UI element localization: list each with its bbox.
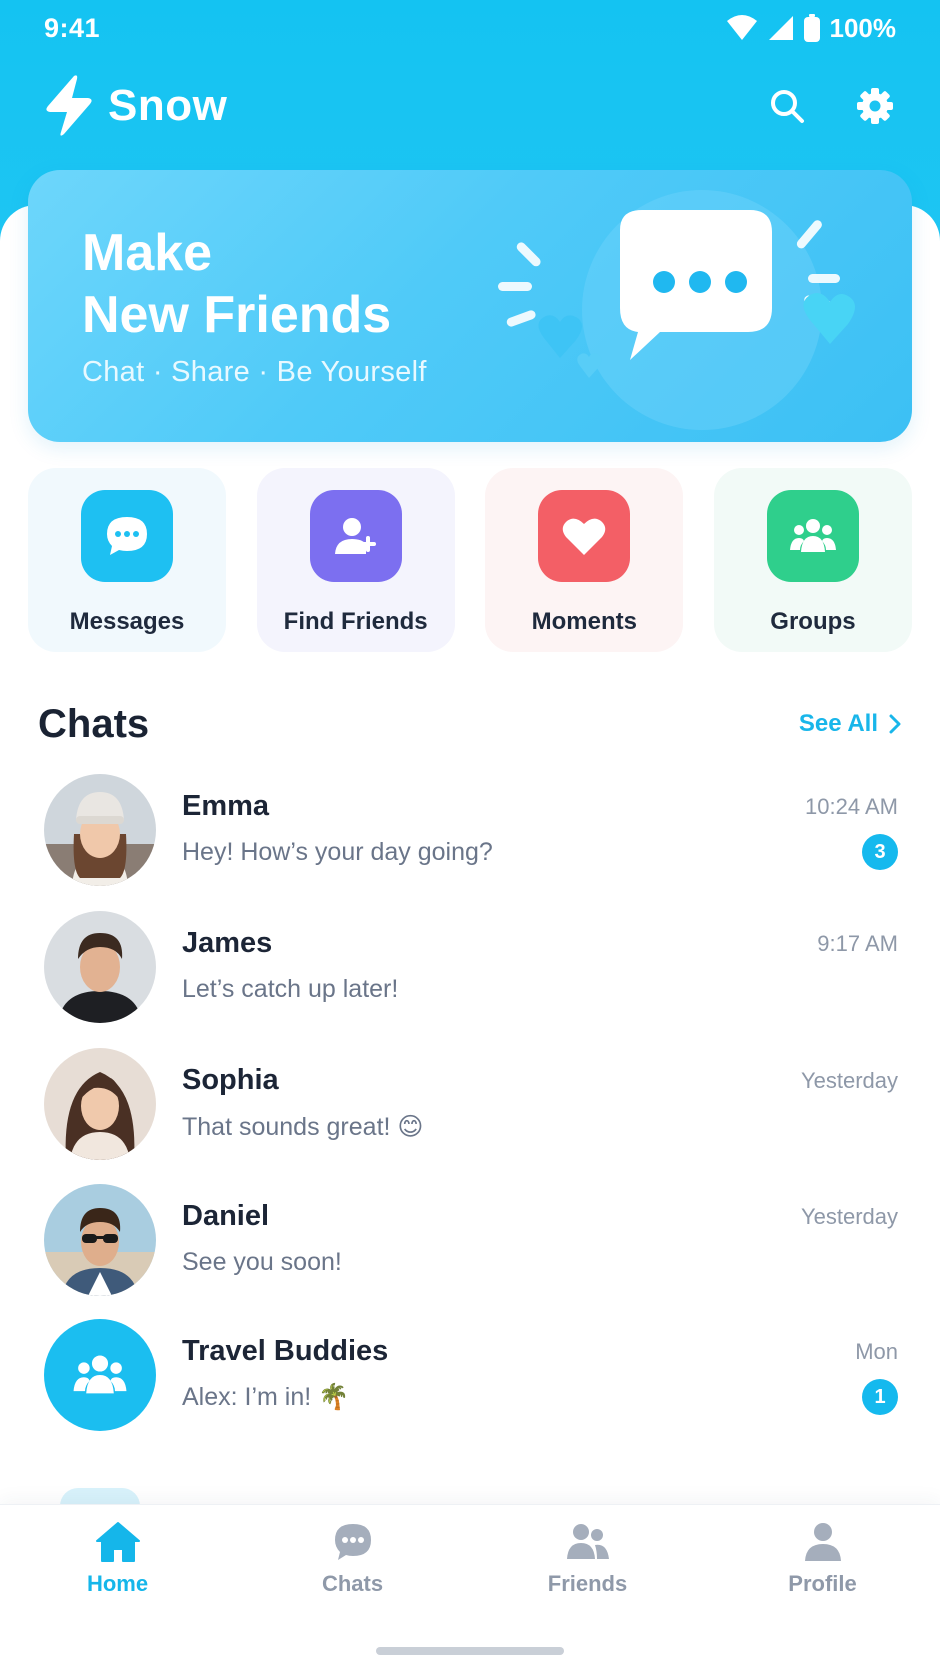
hero-subtitle: Chat · Share · Be Yourself bbox=[82, 356, 427, 388]
nav-profile[interactable]: Profile bbox=[743, 1521, 903, 1597]
nav-label: Chats bbox=[321, 1571, 384, 1596]
quick-action-groups[interactable]: Groups bbox=[713, 468, 912, 652]
chats-section-header: Chats See All bbox=[38, 696, 902, 752]
chat-name: James bbox=[182, 927, 273, 959]
chat-preview: That sounds great! 😊 bbox=[182, 1113, 424, 1141]
search-icon bbox=[771, 90, 804, 123]
group-icon bbox=[766, 490, 859, 582]
chat-preview: Alex: I’m in! 🌴 bbox=[182, 1383, 350, 1411]
nav-label: Home bbox=[86, 1571, 149, 1596]
see-all-link[interactable]: See All bbox=[799, 710, 902, 738]
quick-action-label: Moments bbox=[531, 608, 637, 635]
quick-action-find-friends[interactable]: Find Friends bbox=[256, 468, 455, 652]
hero-banner[interactable]: Make New Friends Chat · Share · Be Yours… bbox=[28, 170, 912, 442]
avatar bbox=[44, 1184, 156, 1296]
unread-badge: 1 bbox=[862, 1379, 898, 1415]
nav-chats[interactable]: Chats bbox=[273, 1521, 433, 1597]
quick-action-label: Messages bbox=[69, 608, 185, 635]
friends-icon bbox=[566, 1524, 609, 1559]
snow-logo-icon bbox=[46, 75, 92, 136]
brand: Snow bbox=[44, 74, 227, 138]
status-indicators: 100% bbox=[726, 12, 897, 44]
chat-row-emma[interactable]: Emma Hey! How’s your day going? 10:24 AM… bbox=[0, 768, 940, 912]
chat-preview: Hey! How’s your day going? bbox=[182, 838, 493, 866]
avatar bbox=[44, 1048, 156, 1160]
quick-action-label: Find Friends bbox=[283, 608, 428, 635]
quick-action-messages[interactable]: Messages bbox=[28, 468, 226, 652]
app-header: Snow bbox=[0, 66, 940, 146]
chat-preview: See you soon! bbox=[182, 1248, 342, 1276]
quick-action-label: Groups bbox=[770, 608, 856, 635]
search-button[interactable] bbox=[766, 85, 808, 127]
chat-time: 10:24 AM bbox=[805, 794, 898, 819]
unread-badge: 3 bbox=[862, 834, 898, 870]
nav-home[interactable]: Home bbox=[38, 1521, 198, 1597]
chat-name: Daniel bbox=[182, 1200, 270, 1232]
header-actions bbox=[766, 85, 896, 127]
chats-section-title: Chats bbox=[38, 701, 150, 746]
group-icon bbox=[73, 1355, 127, 1394]
nav-label: Friends bbox=[547, 1571, 628, 1596]
heart-icon bbox=[538, 490, 631, 582]
avatar bbox=[44, 774, 156, 886]
chat-time: Yesterday bbox=[800, 1204, 898, 1229]
chat-preview: Let’s catch up later! bbox=[182, 975, 399, 1003]
chat-time: Yesterday bbox=[800, 1068, 898, 1093]
hero-title-line2: New Friends bbox=[82, 286, 392, 344]
hero-title-line1: Make bbox=[82, 224, 213, 282]
add-user-icon bbox=[309, 490, 402, 582]
chat-name: Emma bbox=[182, 790, 270, 822]
status-time: 9:41 bbox=[44, 12, 101, 43]
chat-list: Emma Hey! How’s your day going? 10:24 AM… bbox=[0, 768, 940, 1457]
battery-icon bbox=[803, 14, 820, 42]
settings-button[interactable] bbox=[854, 85, 896, 127]
group-avatar bbox=[44, 1319, 156, 1431]
gear-icon bbox=[857, 88, 893, 124]
chat-name: Sophia bbox=[182, 1064, 279, 1096]
battery-percent: 100% bbox=[829, 12, 897, 43]
chat-row-sophia[interactable]: Sophia That sounds great! 😊 Yesterday bbox=[0, 1042, 940, 1186]
quick-action-moments[interactable]: Moments bbox=[485, 468, 684, 652]
chat-name: Travel Buddies bbox=[182, 1335, 389, 1367]
chat-time: Mon bbox=[855, 1339, 898, 1364]
avatar bbox=[44, 911, 156, 1023]
hero-title: Make New Friends bbox=[82, 222, 502, 346]
home-indicator[interactable] bbox=[376, 1647, 564, 1655]
wifi-icon bbox=[726, 15, 757, 40]
bottom-navigation: Home Chats Friends Profile bbox=[0, 1504, 940, 1672]
chat-bubble-icon bbox=[81, 490, 173, 582]
chat-bubble-illustration bbox=[498, 190, 855, 430]
home-icon bbox=[95, 1522, 140, 1562]
status-bar: 9:41 100% bbox=[0, 0, 940, 56]
chevron-right-icon bbox=[889, 714, 901, 734]
chat-row-james[interactable]: James Let’s catch up later! 9:17 AM bbox=[0, 905, 940, 1049]
see-all-label: See All bbox=[798, 710, 878, 737]
profile-icon bbox=[804, 1523, 841, 1561]
nav-friends[interactable]: Friends bbox=[508, 1521, 668, 1597]
chat-time: 9:17 AM bbox=[817, 931, 898, 956]
chat-row-daniel[interactable]: Daniel See you soon! Yesterday bbox=[0, 1178, 940, 1322]
chat-row-travel-buddies[interactable]: Travel Buddies Alex: I’m in! 🌴 Mon 1 bbox=[0, 1313, 940, 1457]
chats-icon bbox=[334, 1524, 371, 1560]
quick-actions: Messages Find Friends Moments Groups bbox=[28, 468, 912, 652]
nav-label: Profile bbox=[788, 1571, 857, 1596]
app-name: Snow bbox=[108, 81, 228, 130]
cellular-signal-icon bbox=[768, 16, 793, 40]
